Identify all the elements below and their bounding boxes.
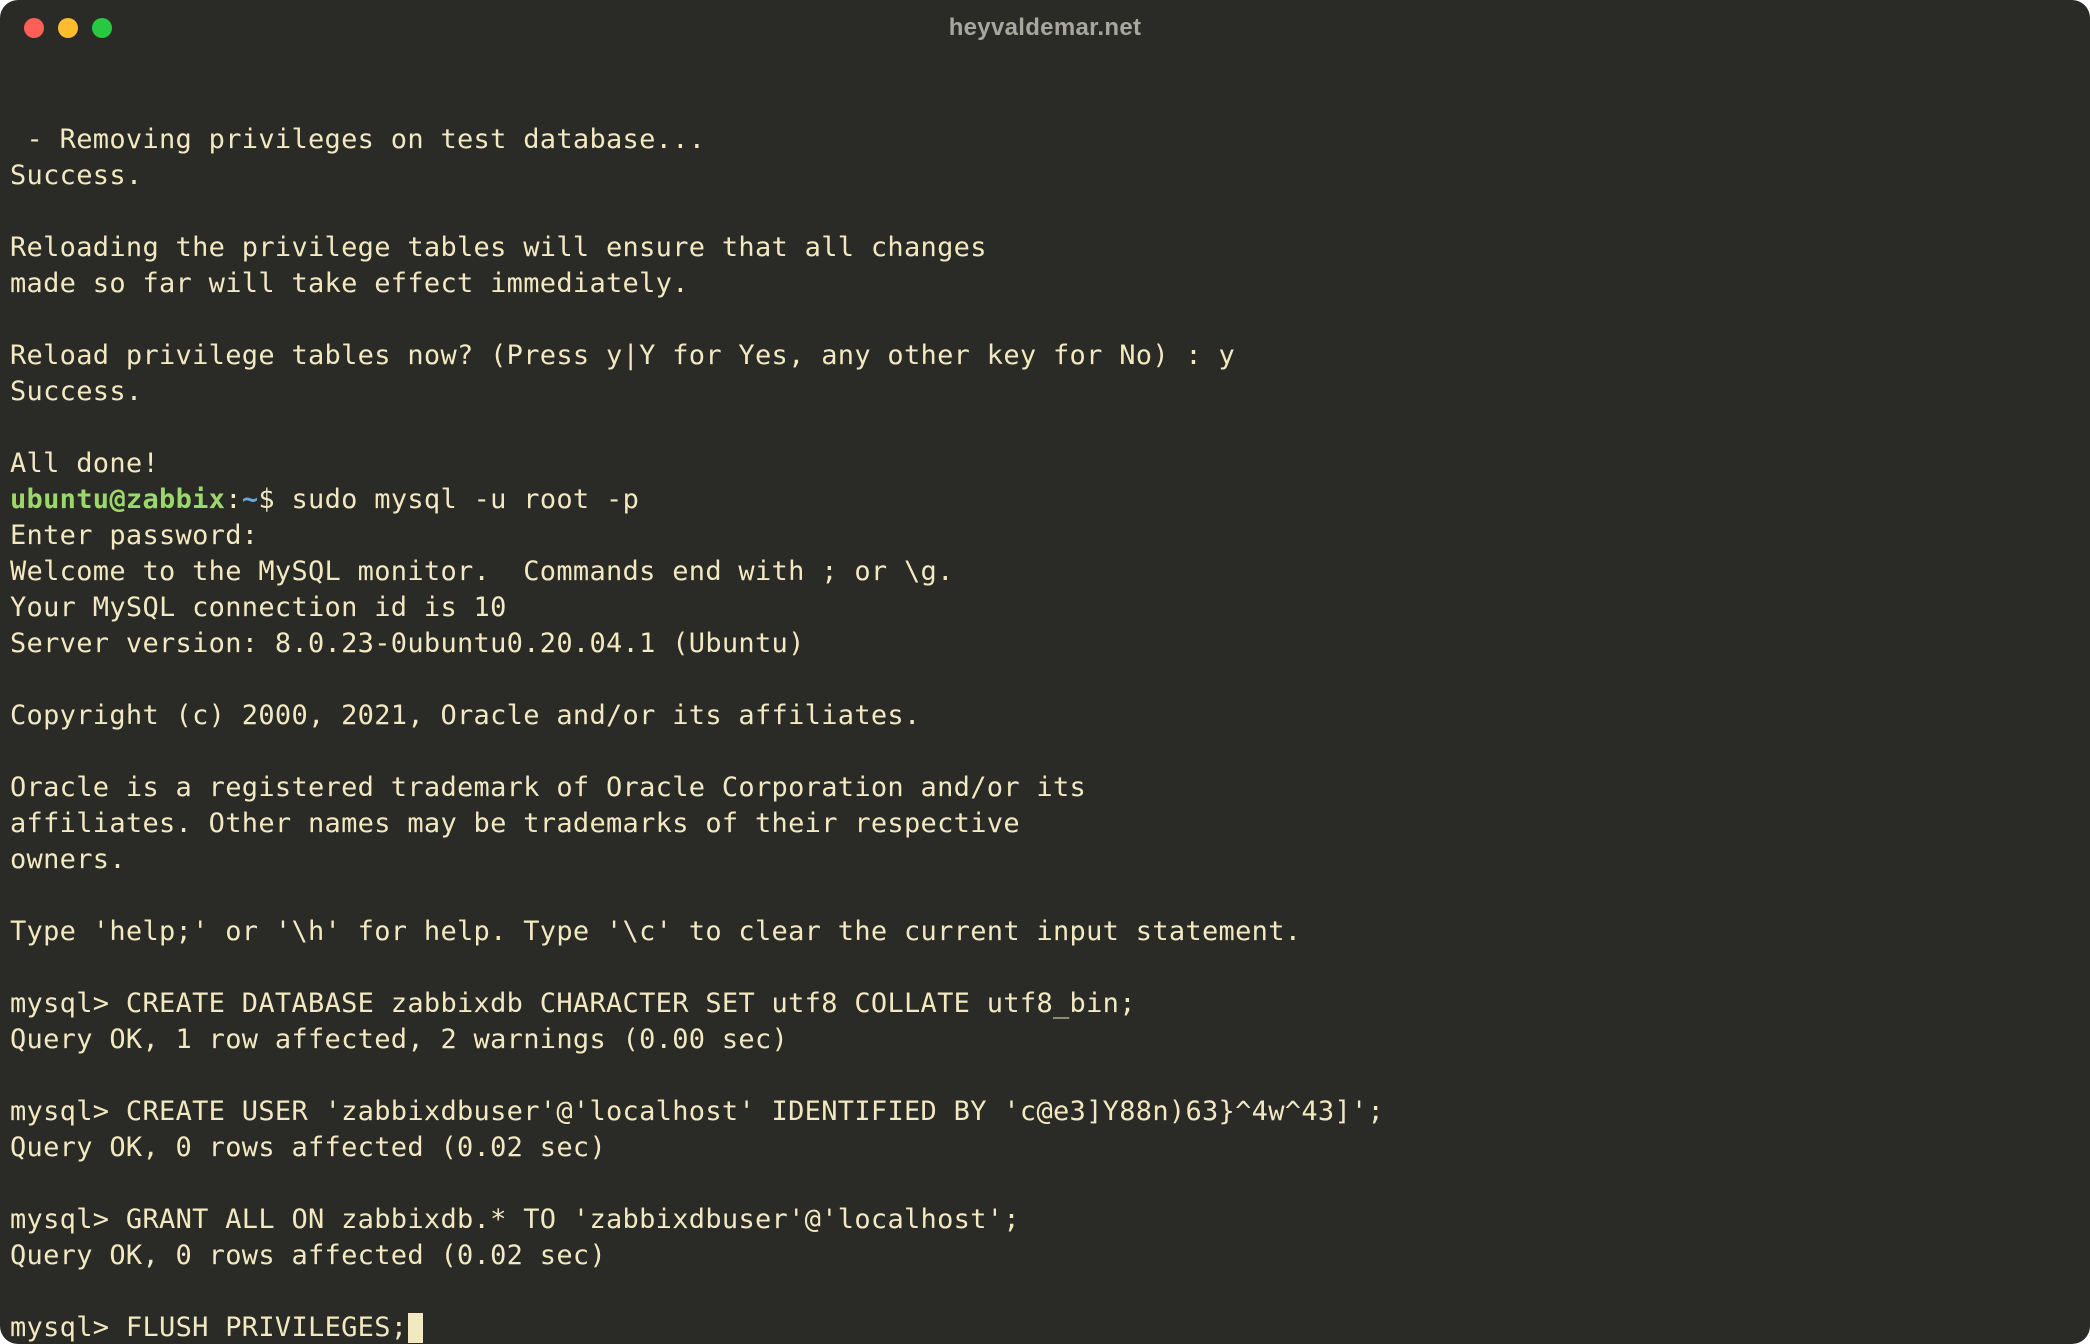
output-line: Reloading the privilege tables will ensu… — [10, 232, 987, 263]
window-title: heyvaldemar.net — [949, 14, 1142, 42]
output-line: Oracle is a registered trademark of Orac… — [10, 772, 1086, 803]
output-line: Server version: 8.0.23-0ubuntu0.20.04.1 … — [10, 628, 805, 659]
output-line: Success. — [10, 160, 142, 191]
prompt-at: @ — [109, 484, 126, 515]
shell-prompt: ubuntu@zabbix:~$ — [10, 484, 275, 515]
prompt-symbol: $ — [258, 484, 275, 515]
output-line: Success. — [10, 376, 142, 407]
output-line: Your MySQL connection id is 10 — [10, 592, 507, 623]
mysql-prompt: mysql> — [10, 988, 109, 1019]
cursor-icon — [408, 1313, 423, 1343]
terminal-output[interactable]: - Removing privileges on test database..… — [0, 56, 2090, 1344]
prompt-host: zabbix — [126, 484, 225, 515]
output-line: affiliates. Other names may be trademark… — [10, 808, 1020, 839]
output-line: Query OK, 1 row affected, 2 warnings (0.… — [10, 1024, 788, 1055]
mysql-prompt: mysql> — [10, 1312, 109, 1343]
close-icon[interactable] — [24, 18, 44, 38]
titlebar: heyvaldemar.net — [0, 0, 2090, 56]
maximize-icon[interactable] — [92, 18, 112, 38]
shell-command: sudo mysql -u root -p — [275, 484, 639, 515]
output-line: owners. — [10, 844, 126, 875]
prompt-colon: : — [225, 484, 242, 515]
output-line: Type 'help;' or '\h' for help. Type '\c'… — [10, 916, 1301, 947]
mysql-prompt: mysql> — [10, 1204, 109, 1235]
prompt-user: ubuntu — [10, 484, 109, 515]
sql-command: FLUSH PRIVILEGES; — [109, 1312, 407, 1343]
output-line: All done! — [10, 448, 159, 479]
minimize-icon[interactable] — [58, 18, 78, 38]
output-line: - Removing privileges on test database..… — [10, 124, 705, 155]
output-line: Welcome to the MySQL monitor. Commands e… — [10, 556, 954, 587]
window-controls — [24, 18, 112, 38]
output-line: Copyright (c) 2000, 2021, Oracle and/or … — [10, 700, 921, 731]
mysql-prompt: mysql> — [10, 1096, 109, 1127]
output-line: Query OK, 0 rows affected (0.02 sec) — [10, 1132, 606, 1163]
output-line: Reload privilege tables now? (Press y|Y … — [10, 340, 1235, 371]
terminal-window: heyvaldemar.net - Removing privileges on… — [0, 0, 2090, 1344]
output-line: made so far will take effect immediately… — [10, 268, 689, 299]
output-line: Enter password: — [10, 520, 258, 551]
prompt-path: ~ — [242, 484, 259, 515]
sql-command: CREATE DATABASE zabbixdb CHARACTER SET u… — [109, 988, 1135, 1019]
sql-command: GRANT ALL ON zabbixdb.* TO 'zabbixdbuser… — [109, 1204, 1020, 1235]
sql-command: CREATE USER 'zabbixdbuser'@'localhost' I… — [109, 1096, 1384, 1127]
output-line: Query OK, 0 rows affected (0.02 sec) — [10, 1240, 606, 1271]
